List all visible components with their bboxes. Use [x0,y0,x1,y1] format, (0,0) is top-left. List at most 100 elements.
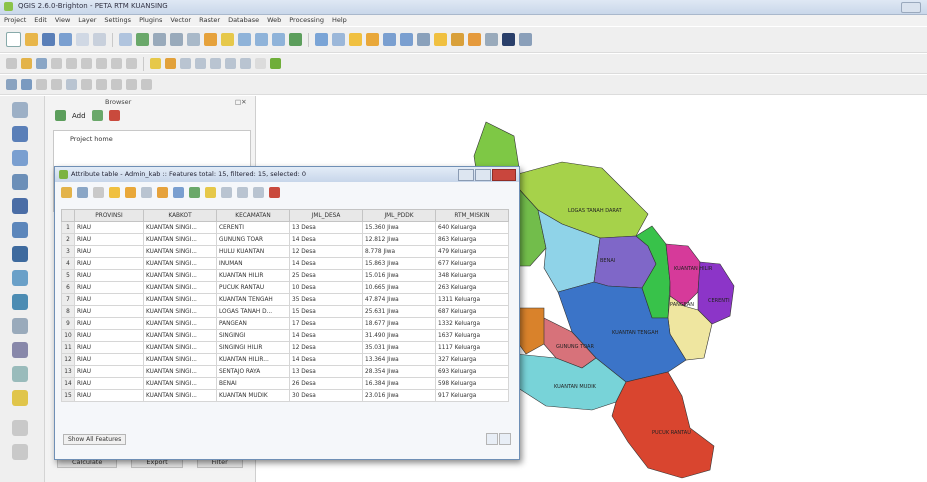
table-cell[interactable]: KUANTAN SINGI... [143,353,217,366]
table-cell[interactable]: 12 Desa [289,245,363,258]
row-number-cell[interactable]: 7 [61,293,75,306]
save-edits-icon[interactable] [36,58,47,69]
table-cell[interactable]: SENTAJO RAYA [216,365,290,378]
table-cell[interactable]: GUNUNG TOAR [216,233,290,246]
select-by-expression-icon[interactable] [109,187,120,198]
column-header-rtm-miskin[interactable]: RTM_MISKIN [435,209,509,222]
add-button[interactable]: Add [72,112,86,120]
form-view-icon[interactable] [499,433,511,445]
table-cell[interactable]: KUANTAN SINGI... [143,317,217,330]
georeferencer-tool-icon[interactable] [12,420,28,436]
table-cell[interactable]: 687 Keluarga [435,305,509,318]
menu-processing[interactable]: Processing [289,15,324,26]
table-row[interactable]: 9 RIAU KUANTAN SINGI... PANGEAN 17 Desa 18.67… [61,317,509,330]
composer-manager-icon[interactable] [93,33,106,46]
table-cell[interactable]: RIAU [74,293,144,306]
table-row[interactable]: 15 RIAU KUANTAN SINGI... KUANTAN MUDIK 30 De… [61,389,509,402]
zoom-actual-icon[interactable] [187,33,200,46]
table-cell[interactable]: CERENTI [216,221,290,234]
column-header-jml-desa[interactable]: JML_DESA [289,209,363,222]
row-number-cell[interactable]: 8 [61,305,75,318]
table-view-icon[interactable] [486,433,498,445]
move-selection-top-icon[interactable] [173,187,184,198]
new-spatialite-icon[interactable] [141,79,152,90]
add-wfs-tool-icon[interactable] [12,294,28,310]
table-row[interactable]: 8 RIAU KUANTAN SINGI... LOGAS TANAH D... 15 … [61,305,509,318]
menu-web[interactable]: Web [267,15,281,26]
add-wcs-icon[interactable] [81,79,92,90]
row-number-cell[interactable]: 4 [61,257,75,270]
new-shapefile-icon[interactable] [126,79,137,90]
table-cell[interactable]: 348 Keluarga [435,269,509,282]
tree-item-project-home[interactable]: Project home [70,135,113,143]
table-cell[interactable]: 17 Desa [289,317,363,330]
table-cell[interactable]: PANGEAN [216,317,290,330]
table-cell[interactable]: RIAU [74,245,144,258]
menu-settings[interactable]: Settings [104,15,131,26]
table-cell[interactable]: KUANTAN HILIR [216,269,290,282]
current-edits-icon[interactable] [6,58,17,69]
measure-line-icon[interactable] [255,58,266,69]
table-cell[interactable]: 47.874 Jiwa [362,293,436,306]
column-header-provinsi[interactable]: PROVINSI [74,209,144,222]
table-cell[interactable]: KUANTAN SINGI... [143,293,217,306]
table-cell[interactable]: KUANTAN SINGI... [143,329,217,342]
field-calculator-icon[interactable] [400,33,413,46]
refresh-icon[interactable] [55,110,66,121]
table-cell[interactable]: INUMAN [216,257,290,270]
table-cell[interactable]: RIAU [74,365,144,378]
whats-this-icon[interactable] [519,33,532,46]
identify-icon[interactable] [315,33,328,46]
zoom-last-icon[interactable] [255,33,268,46]
copy-rows-icon[interactable] [221,187,232,198]
table-cell[interactable]: KUANTAN SINGI... [143,281,217,294]
print-composer-icon[interactable] [76,33,89,46]
table-cell[interactable]: 15.016 Jiwa [362,269,436,282]
label-icon[interactable] [150,58,161,69]
table-cell[interactable]: KUANTAN SINGI... [143,365,217,378]
copy-features-icon[interactable] [126,58,137,69]
menu-project[interactable]: Project [4,15,26,26]
row-number-cell[interactable]: 15 [61,389,75,402]
table-cell[interactable]: 26 Desa [289,377,363,390]
table-cell[interactable]: RIAU [74,269,144,282]
table-cell[interactable]: 16.384 Jiwa [362,377,436,390]
table-cell[interactable]: 12 Desa [289,341,363,354]
pin-labels-icon[interactable] [180,58,191,69]
table-cell[interactable]: 8.778 Jiwa [362,245,436,258]
change-label-icon[interactable] [240,58,251,69]
region-sentajo-raya[interactable] [515,307,545,355]
add-raster-layer-icon[interactable] [21,79,32,90]
zoom-next-icon[interactable] [272,33,285,46]
table-row[interactable]: 5 RIAU KUANTAN SINGI... KUANTAN HILIR 25 Des… [61,269,509,282]
table-cell[interactable]: RIAU [74,389,144,402]
table-cell[interactable]: KUANTAN SINGI... [143,377,217,390]
menu-help[interactable]: Help [332,15,347,26]
table-cell[interactable]: 13.364 Jiwa [362,353,436,366]
add-raster-tool-icon[interactable] [12,126,28,142]
row-number-cell[interactable]: 5 [61,269,75,282]
table-cell[interactable]: 25 Desa [289,269,363,282]
filter-icon[interactable] [91,110,103,121]
table-cell[interactable]: 35.031 Jiwa [362,341,436,354]
row-number-cell[interactable]: 3 [61,245,75,258]
deselect-all-icon[interactable] [157,187,168,198]
save-as-icon[interactable] [59,33,72,46]
table-cell[interactable]: 598 Keluarga [435,377,509,390]
table-cell[interactable]: 693 Keluarga [435,365,509,378]
table-cell[interactable]: KUANTAN HILIR... [216,353,290,366]
row-number-cell[interactable]: 1 [61,221,75,234]
table-cell[interactable]: 640 Keluarga [435,221,509,234]
table-cell[interactable]: KUANTAN SINGI... [143,245,217,258]
table-cell[interactable]: KUANTAN SINGI... [143,341,217,354]
table-cell[interactable]: SINGINGI HILIR [216,341,290,354]
table-cell[interactable]: 18.677 Jiwa [362,317,436,330]
table-row[interactable]: 14 RIAU KUANTAN SINGI... BENAI 26 Desa 16.384… [61,377,509,390]
toggle-editing-icon[interactable] [61,187,72,198]
add-postgis-tool-icon[interactable] [12,150,28,166]
bookmark-icon[interactable] [451,33,464,46]
show-all-features-button[interactable]: Show All Features [63,434,127,445]
query-icon[interactable] [332,33,345,46]
table-row[interactable]: 11 RIAU KUANTAN SINGI... SINGINGI HILIR 12 D… [61,341,509,354]
zoom-full-icon[interactable] [204,33,217,46]
